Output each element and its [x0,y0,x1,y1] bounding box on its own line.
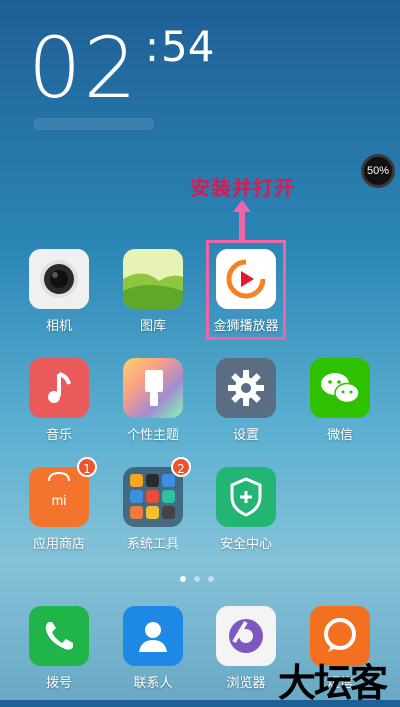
folder-system-tools[interactable]: 2 系统工具 [113,457,193,552]
dock-dialer[interactable]: 拨号 [19,606,99,691]
shopping-bag-icon: mi [29,467,89,527]
browser-icon [216,606,276,666]
app-label: 浏览器 [226,676,266,691]
page-dot[interactable] [194,576,200,582]
battery-indicator[interactable]: 50% [361,154,395,188]
app-label: 设置 [232,428,259,443]
clock-minutes: 54 [161,22,215,71]
app-label: 微信 [326,428,353,443]
svg-text:mi: mi [52,492,67,508]
person-icon [123,606,183,666]
clock-colon: : [144,22,160,71]
wechat-icon [310,358,370,418]
dock-contacts[interactable]: 联系人 [113,606,193,691]
app-label: 系统工具 [126,537,179,552]
app-settings[interactable]: 设置 [206,358,286,443]
app-store[interactable]: mi 1 应用商店 [19,457,99,552]
app-gallery[interactable]: 图库 [113,249,193,334]
app-wechat[interactable]: 微信 [300,358,380,443]
app-label: 拨号 [45,676,72,691]
annotation-text: 安装并打开 [190,176,295,200]
app-label: 图库 [139,319,166,334]
highlight-box [206,240,286,340]
page-dot[interactable] [180,576,186,582]
camera-icon [29,249,89,309]
watermark-text: 大坛客 [278,661,388,705]
app-label: 相机 [45,319,72,334]
date-placeholder [34,118,154,130]
lockscreen-clock: 02 : 54 [28,19,215,117]
app-label: 应用商店 [32,537,85,552]
music-note-icon [29,358,89,418]
page-dot[interactable] [208,576,214,582]
dock-browser[interactable]: 浏览器 [206,606,286,691]
app-label: 联系人 [133,676,173,691]
app-label: 个性主题 [126,428,179,443]
notification-badge: 2 [171,457,191,477]
paintbrush-icon [123,358,183,418]
app-music[interactable]: 音乐 [19,358,99,443]
app-camera[interactable]: 相机 [19,249,99,334]
app-label: 安全中心 [219,537,272,552]
app-themes[interactable]: 个性主题 [113,358,193,443]
app-label: 音乐 [45,428,72,443]
page-indicator[interactable] [180,576,214,582]
folder-icon [123,467,183,527]
gear-icon [216,358,276,418]
gallery-icon [123,249,183,309]
phone-icon [29,606,89,666]
clock-hours: 02 [28,19,139,117]
notification-badge: 1 [77,457,97,477]
battery-label: 50% [366,165,390,177]
arrow-up-icon [233,200,251,241]
shield-icon [216,467,276,527]
app-security[interactable]: 安全中心 [206,467,286,552]
